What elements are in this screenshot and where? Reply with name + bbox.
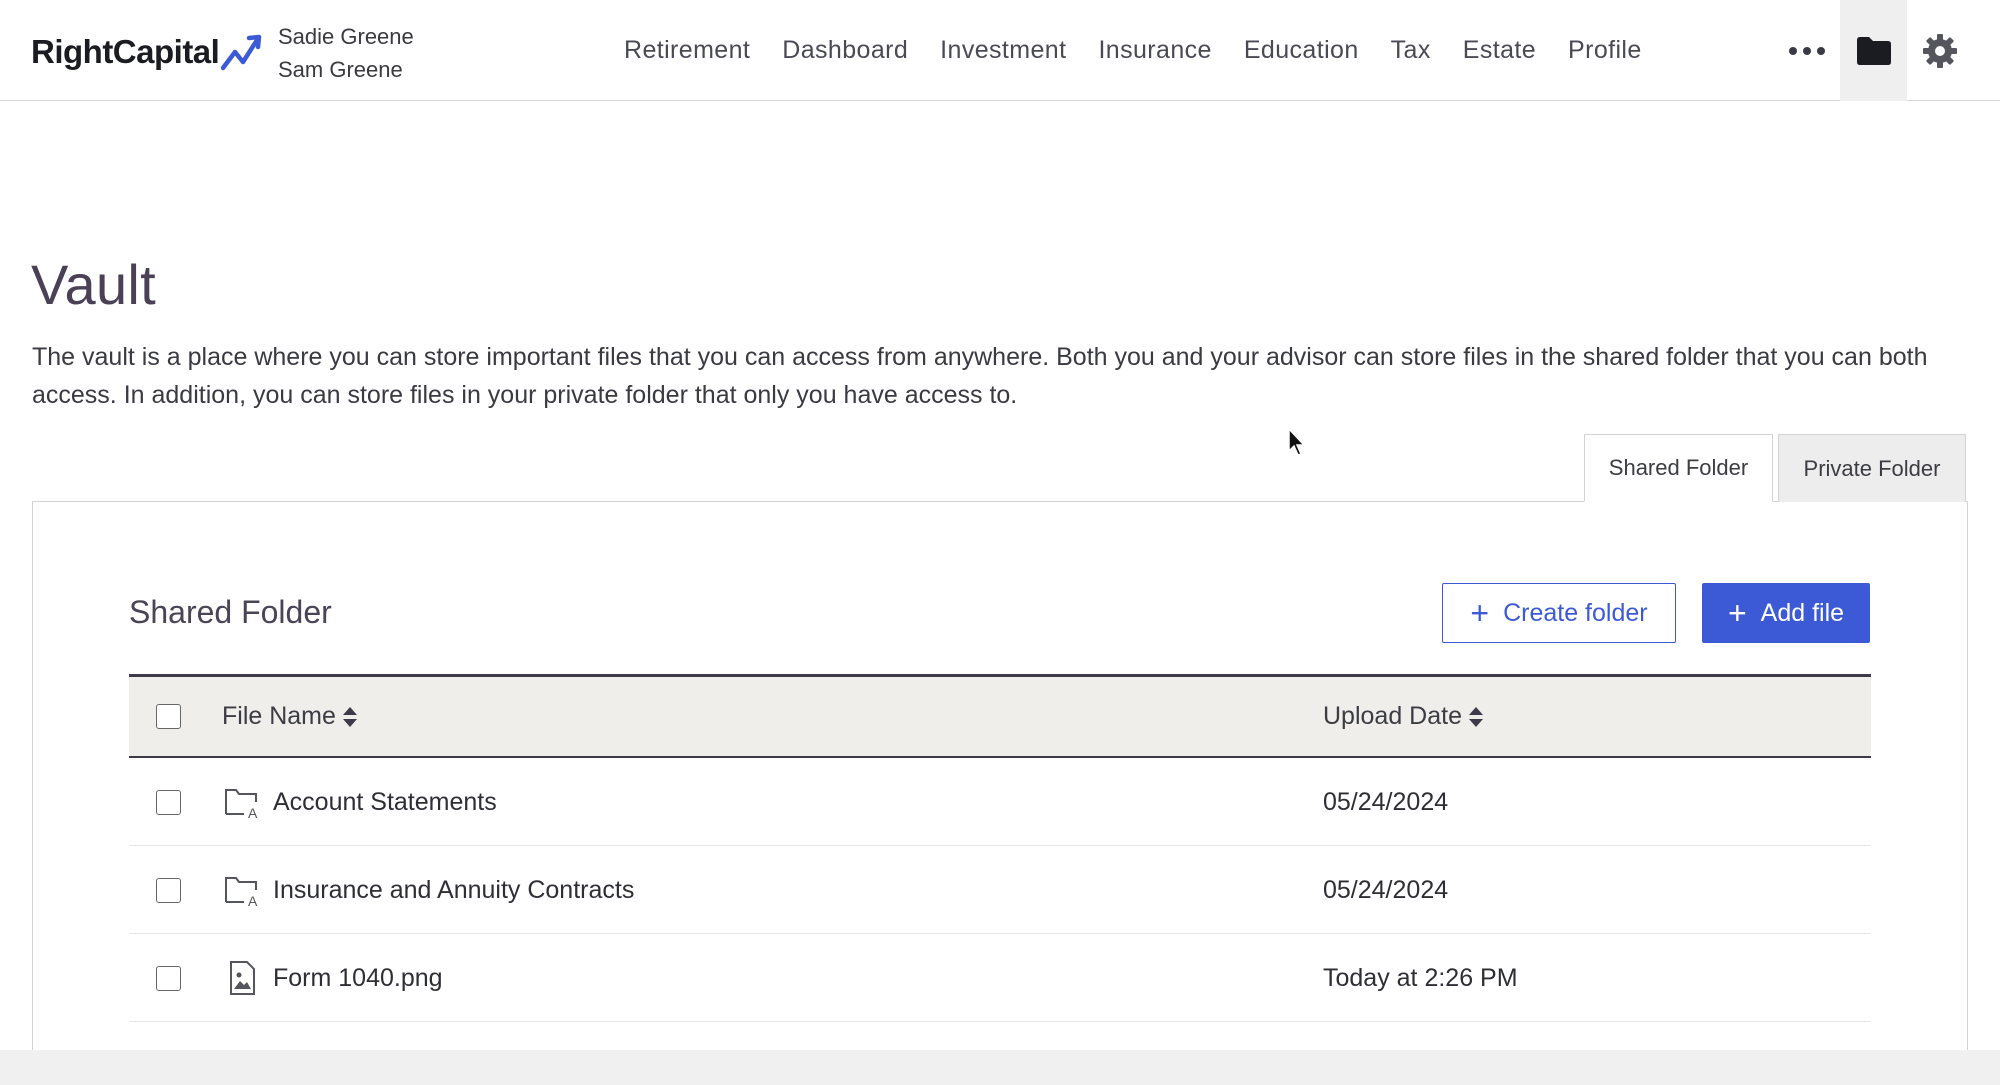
client-name-spouse: Sam Greene — [278, 57, 403, 82]
vault-folder-button[interactable] — [1840, 0, 1907, 101]
file-name[interactable]: Insurance and Annuity Contracts — [273, 846, 634, 934]
shared-folder-icon: A — [225, 877, 258, 908]
shared-folder-icon: A — [225, 789, 258, 820]
plus-icon: + — [1727, 595, 1747, 631]
row-checkbox[interactable] — [156, 790, 181, 815]
svg-text:A: A — [248, 893, 258, 908]
column-upload-date-label: Upload Date — [1323, 702, 1462, 730]
table-row[interactable]: Form 1040.png Today at 2:26 PM — [129, 934, 1871, 1022]
bottom-shade — [0, 1050, 2000, 1085]
upload-date: 05/24/2024 — [1323, 875, 1449, 904]
main-nav: Retirement Dashboard Investment Insuranc… — [624, 0, 1674, 101]
create-folder-button[interactable]: + Create folder — [1442, 583, 1676, 643]
folder-icon — [1856, 36, 1891, 65]
top-header: RightCapital Sadie Greene Sam Greene Ret… — [0, 0, 2000, 101]
table-row[interactable]: A Insurance and Annuity Contracts 05/24/… — [129, 846, 1871, 934]
mouse-cursor-icon — [1288, 427, 1306, 456]
gear-icon — [1923, 34, 1957, 68]
nav-estate[interactable]: Estate — [1463, 36, 1536, 65]
column-file-name-label: File Name — [222, 702, 336, 730]
column-file-name[interactable]: File Name — [222, 677, 358, 756]
nav-dashboard[interactable]: Dashboard — [782, 36, 908, 65]
upload-date: Today at 2:26 PM — [1323, 963, 1518, 992]
client-name-primary: Sadie Greene — [278, 24, 414, 49]
nav-tax[interactable]: Tax — [1391, 36, 1431, 65]
create-folder-label: Create folder — [1503, 598, 1648, 627]
plus-icon: + — [1470, 595, 1490, 631]
sort-icon — [1468, 706, 1483, 727]
file-name[interactable]: Form 1040.png — [273, 934, 443, 1022]
image-file-icon — [230, 961, 255, 995]
row-checkbox[interactable] — [156, 966, 181, 991]
sort-icon — [342, 706, 357, 727]
settings-button[interactable] — [1912, 28, 1968, 74]
nav-insurance[interactable]: Insurance — [1098, 36, 1211, 65]
table-header: File Name Upload Date — [129, 674, 1871, 758]
logo-chart-icon — [221, 34, 262, 71]
add-file-label: Add file — [1760, 598, 1845, 627]
page-title: Vault — [31, 253, 156, 316]
folder-title: Shared Folder — [129, 594, 332, 630]
upload-date: 05/24/2024 — [1323, 787, 1449, 816]
nav-investment[interactable]: Investment — [940, 36, 1066, 65]
table-row[interactable]: A Account Statements 05/24/2024 — [129, 758, 1871, 846]
tab-shared-folder[interactable]: Shared Folder — [1584, 434, 1773, 502]
file-name[interactable]: Account Statements — [273, 758, 497, 846]
logo-text: RightCapital — [31, 33, 220, 70]
column-upload-date[interactable]: Upload Date — [1323, 677, 1484, 756]
tab-private-folder[interactable]: Private Folder — [1778, 434, 1966, 502]
nav-education[interactable]: Education — [1244, 36, 1359, 65]
nav-retirement[interactable]: Retirement — [624, 36, 750, 65]
add-file-button[interactable]: + Add file — [1702, 583, 1870, 643]
svg-text:A: A — [248, 805, 258, 820]
rightcapital-logo[interactable]: RightCapital — [31, 30, 265, 74]
select-all-checkbox[interactable] — [156, 704, 181, 729]
nav-profile[interactable]: Profile — [1568, 36, 1642, 65]
client-names: Sadie Greene Sam Greene — [278, 20, 414, 86]
row-checkbox[interactable] — [156, 878, 181, 903]
page-description: The vault is a place where you can store… — [32, 343, 1928, 409]
files-table: File Name Upload Date A Account Statemen… — [129, 674, 1871, 1022]
more-horizontal-icon[interactable] — [1778, 31, 1836, 71]
